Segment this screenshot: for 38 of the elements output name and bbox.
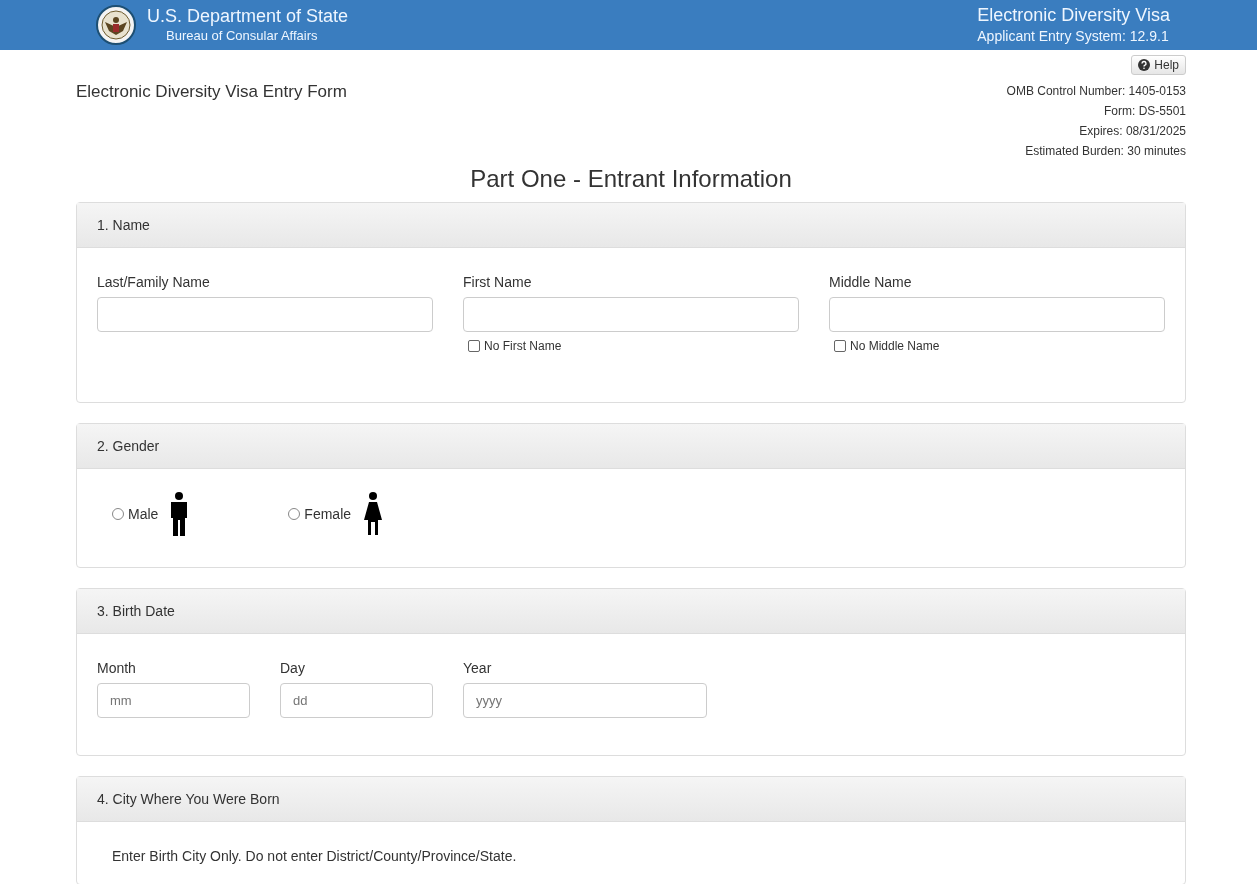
system-version: Applicant Entry System: 12.9.1 [977,27,1170,46]
form-info-text: OMB Control Number: 1405-0153 [1006,83,1186,100]
instruction-text: Enter Birth City Only. Do not enter District/County/Province/State. [112,848,517,864]
input-field[interactable]: dd [280,683,433,718]
checkbox[interactable] [468,340,480,352]
section-heading: 2. Gender [77,424,1185,469]
input-field[interactable] [829,297,1165,332]
section-heading: 4. City Where You Were Born [77,777,1185,822]
input-field[interactable] [463,297,799,332]
man-icon [170,491,189,537]
woman-icon [363,492,384,536]
checkbox-label: No First Name [484,339,562,353]
section-heading: 1. Name [77,203,1185,248]
department-title: U.S. Department of State [147,5,349,27]
field-label: First Name [463,274,533,290]
checkbox[interactable] [834,340,846,352]
seal-icon [96,5,136,45]
part-title: Part One - Entrant Information [469,165,793,193]
help-icon [1138,59,1151,71]
input-field[interactable]: mm [97,683,250,718]
form-title: Electronic Diversity Visa Entry Form [76,82,347,103]
field-label: Day [280,660,306,676]
radio-label: Male [128,506,159,522]
checkbox-label: No Middle Name [850,339,940,353]
input-field[interactable]: yyyy [463,683,707,718]
field-label: Month [97,660,137,676]
radio-label: Female [304,506,352,522]
form-info-text: Form: DS-5501 [1103,103,1186,120]
field-label: Year [463,660,493,676]
form-info-text: Estimated Burden: 30 minutes [1025,143,1186,160]
form-info-text: Expires: 08/31/2025 [1079,123,1186,140]
field-label: Middle Name [829,274,913,290]
field-label: Last/Family Name [97,274,211,290]
section-heading: 3. Birth Date [77,589,1185,634]
help-button[interactable]: Help [1131,55,1186,75]
input-field[interactable] [97,297,433,332]
bureau-subtitle: Bureau of Consular Affairs [165,27,319,45]
system-title: Electronic Diversity Visa [977,4,1170,26]
